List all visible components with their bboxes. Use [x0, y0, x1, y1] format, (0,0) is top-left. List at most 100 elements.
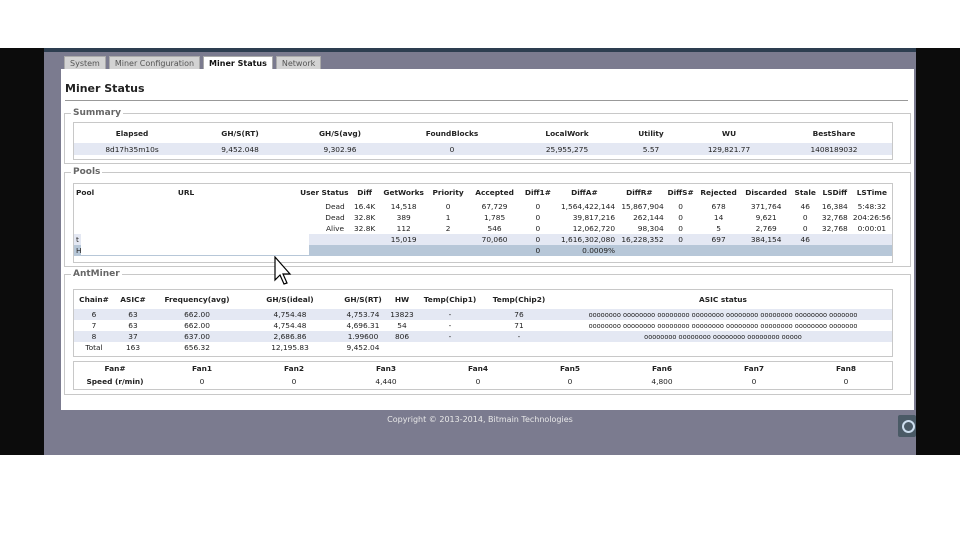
pools-cell: 384,154 — [739, 234, 793, 245]
antminer-header-cell: Frequency(avg) — [164, 295, 230, 304]
antminer-header-cell: HW — [394, 295, 410, 304]
summary-header-cell: GH/S(RT) — [221, 128, 259, 138]
pools-cell: 371,764 — [750, 202, 782, 211]
pools-header-cell: Accepted — [475, 188, 514, 197]
page-title: Miner Status — [65, 82, 145, 95]
antminer-cell: 63 — [128, 321, 138, 330]
pools-cell: 546 — [487, 224, 502, 233]
summary-cell: 8d17h35m10s — [74, 143, 190, 155]
pools-cell: 1,785 — [483, 213, 506, 222]
pools-header-cell: LSTime — [856, 188, 888, 197]
pools-header-cell: URL — [177, 188, 195, 197]
pools-header-cell: Diff — [357, 188, 372, 197]
table-row: 8 37 637.00 2,686.86 1.99600 806- - oooooooo oo… — [74, 331, 892, 342]
pools-cell: 15,867,904 — [621, 202, 664, 211]
pools-cell: 2,769 — [755, 224, 777, 233]
antminer-table: Chain# ASIC# Frequency(avg) GH/S(ideal) … — [74, 290, 892, 353]
pools-cell: 32,768 — [821, 213, 848, 222]
pools-cell: 2 — [445, 224, 451, 233]
pools-cell: 5:48:32 — [857, 202, 887, 211]
pools-cell: 112 — [396, 224, 411, 233]
summary-cell: 129,821.77 — [682, 143, 776, 155]
pools-cell — [467, 245, 523, 256]
antminer-cell: 4,754.48 — [242, 309, 338, 320]
chat-widget-icon[interactable] — [898, 415, 916, 437]
antminer-legend: AntMiner — [73, 269, 120, 279]
summary-header-cell: FoundBlocks — [425, 128, 479, 138]
pools-cell: 12,062,720 — [572, 224, 616, 233]
tab-miner-configuration[interactable]: Miner Configuration — [108, 56, 201, 70]
pools-cell: 16,228,352 — [615, 234, 664, 245]
pools-cell: 32.8K — [353, 213, 376, 222]
antminer-header-cell: Temp(Chip1) — [423, 295, 477, 304]
pools-cell: 0 — [535, 213, 541, 222]
antminer-cell: 637.00 — [152, 331, 242, 342]
fans-header-cell: Fan5 — [559, 364, 580, 373]
pools-cell — [817, 234, 852, 245]
antminer-header-cell: Temp(Chip2) — [492, 295, 546, 304]
fans-table-box: Fan# Fan1 Fan2 Fan3 Fan4 Fan5 Fan6 Fan7 … — [73, 361, 893, 390]
pools-header-cell: Pool — [76, 188, 95, 197]
antminer-cell: 71 — [514, 321, 524, 330]
redacted-area — [81, 200, 309, 255]
pools-cell: 204:26:56 — [852, 213, 891, 222]
fans-header-cell: Fan3 — [375, 364, 396, 373]
pools-cell: 16.4K — [353, 202, 376, 211]
asic-status-cell: oooooooo oooooooo oooooooo oooooooo oooo… — [554, 309, 892, 320]
pools-header-cell: Discarded — [745, 188, 787, 197]
tab-network[interactable]: Network — [275, 56, 322, 70]
asic-status-cell — [554, 342, 892, 353]
mouse-cursor-icon — [274, 256, 292, 285]
pools-cell: 1 — [445, 213, 451, 222]
pools-cell — [792, 245, 818, 256]
summary-legend: Summary — [73, 108, 122, 118]
pools-legend: Pools — [73, 167, 101, 177]
fans-header-cell: Fan8 — [835, 364, 856, 373]
antminer-cell: - — [416, 309, 484, 320]
antminer-cell: - — [484, 331, 554, 342]
antminer-cell: - — [416, 331, 484, 342]
antminer-cell: 13823 — [388, 309, 416, 320]
pools-cell: 5 — [716, 224, 721, 233]
summary-table: Elapsed GH/S(RT) GH/S(avg) FoundBlocks L… — [74, 123, 892, 155]
pools-cell: 46 — [792, 234, 818, 245]
pools-cell — [851, 234, 892, 245]
pools-header-cell: Priority — [432, 188, 464, 197]
antminer-header-cell: Chain# — [79, 295, 109, 304]
antminer-cell: 9,452.04 — [346, 343, 380, 352]
pools-cell: 0 — [663, 234, 698, 245]
fan-speed-cell: 4,800 — [651, 376, 673, 386]
fan-speed-cell: 0 — [291, 376, 297, 386]
antminer-cell: 4,696.31 — [346, 321, 380, 330]
antminer-cell: Total — [85, 343, 103, 352]
pools-cell: 0:00:01 — [857, 224, 887, 233]
pools-cell: 0 — [678, 202, 683, 211]
antminer-header-cell: ASIC# — [120, 295, 146, 304]
pools-cell: 0.0009% — [553, 245, 616, 256]
asic-status-cell: oooooooo oooooooo oooooooo oooooooo oooo… — [554, 331, 892, 342]
antminer-cell: - — [448, 321, 452, 330]
table-row: 7 63 662.00 4,754.48 4,696.31 54 - 71 oooooooo o… — [74, 320, 892, 331]
pools-cell: 0 — [802, 224, 808, 233]
fan-speed-cell: 4,440 — [375, 376, 397, 386]
pools-cell: 0 — [802, 213, 808, 222]
pools-cell — [697, 245, 740, 256]
pools-cell: 16,384 — [821, 202, 848, 211]
antminer-cell: 37 — [114, 331, 152, 342]
antminer-cell: 662.00 — [184, 321, 210, 330]
antminer-header-cell: GH/S(ideal) — [266, 295, 314, 304]
fan-speed-cell: 0 — [751, 376, 757, 386]
pools-cell: 39,817,216 — [572, 213, 616, 222]
pools-cell: 697 — [697, 234, 740, 245]
pools-cell: 0 — [522, 234, 554, 245]
pools-header-cell: Stale — [794, 188, 816, 197]
tab-system[interactable]: System — [64, 56, 106, 70]
antminer-cell: 806 — [388, 331, 416, 342]
summary-cell: 9,452.048 — [190, 143, 290, 155]
pools-cell: 389 — [396, 213, 411, 222]
browser-viewport: System Miner Configuration Miner Status … — [44, 48, 916, 455]
summary-table-box: Elapsed GH/S(RT) GH/S(avg) FoundBlocks L… — [73, 122, 893, 160]
pools-cell — [615, 245, 664, 256]
summary-cell: 1408189032 — [776, 143, 892, 155]
pools-cell: 70,060 — [467, 234, 523, 245]
